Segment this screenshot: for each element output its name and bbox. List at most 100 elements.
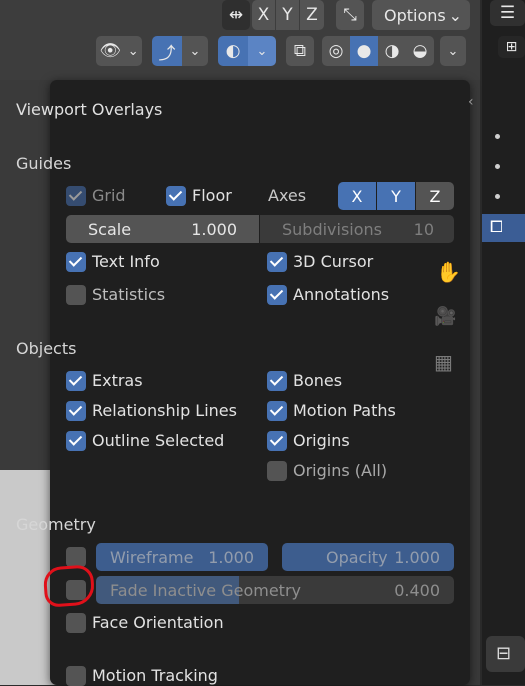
- wireframe-label: Wireframe: [110, 547, 194, 567]
- outline-selected-checkbox[interactable]: [66, 431, 86, 451]
- mirror-x-button[interactable]: X: [252, 0, 276, 30]
- camera-icon[interactable]: 🎥: [434, 306, 456, 327]
- subdivisions-field[interactable]: Subdivisions 10: [260, 215, 454, 243]
- chevron-down-icon: ⌄: [448, 5, 462, 25]
- grid-label: Grid: [92, 186, 126, 205]
- subdivisions-label: Subdivisions: [282, 219, 383, 239]
- xray-toggle-button[interactable]: ⧉: [286, 36, 314, 66]
- floor-label: Floor: [192, 186, 232, 205]
- outliner-tree-icon[interactable]: ⊞: [498, 36, 525, 58]
- grid-icon[interactable]: ▦: [434, 350, 453, 374]
- origins-all-checkbox[interactable]: [267, 461, 287, 481]
- objects-heading: Objects: [16, 339, 77, 358]
- fade-inactive-label: Fade Inactive Geometry: [110, 580, 301, 600]
- axis-z-button[interactable]: Z: [416, 182, 454, 210]
- motion-tracking-checkbox[interactable]: [66, 666, 86, 686]
- guides-heading: Guides: [16, 154, 72, 173]
- opacity-label: Opacity: [326, 547, 388, 567]
- hand-icon[interactable]: ✋: [436, 260, 461, 284]
- shading-solid-button[interactable]: ●: [350, 36, 378, 66]
- xray-icon: ⧉: [293, 41, 307, 61]
- wireframe-value: 1.000: [208, 547, 254, 567]
- shading-material-button[interactable]: ◑: [378, 36, 406, 66]
- text-info-label: Text Info: [92, 252, 160, 271]
- scale-value: 1.000: [191, 219, 237, 239]
- chevron-left-icon[interactable]: ‹: [468, 94, 474, 110]
- snap-icon[interactable]: ⤡: [336, 0, 364, 30]
- mirror-icon[interactable]: ⇹: [222, 0, 250, 30]
- solid-sphere-icon: ●: [356, 41, 372, 61]
- text-info-checkbox[interactable]: [66, 252, 86, 272]
- origins-label: Origins: [293, 431, 350, 450]
- chevron-down-icon: ⌄: [189, 43, 201, 59]
- chevron-down-icon: ⌄: [256, 43, 268, 59]
- chevron-down-icon: ⌄: [127, 43, 139, 59]
- fade-inactive-value: 0.400: [394, 580, 440, 600]
- options-dropdown[interactable]: Options ⌄: [372, 0, 470, 30]
- axes-label: Axes: [268, 186, 307, 205]
- axis-y-button[interactable]: Y: [377, 182, 415, 210]
- 3d-cursor-label: 3D Cursor: [293, 252, 374, 271]
- extras-label: Extras: [92, 371, 143, 390]
- annotations-checkbox[interactable]: [267, 285, 287, 305]
- subdivisions-value: 10: [413, 219, 434, 239]
- face-orientation-label: Face Orientation: [92, 613, 224, 632]
- wireframe-sphere-icon: ◎: [328, 41, 344, 61]
- eye-icon: 👁: [99, 41, 121, 61]
- statistics-label: Statistics: [92, 285, 166, 304]
- opacity-field[interactable]: Opacity 1.000: [282, 543, 454, 571]
- motion-paths-label: Motion Paths: [293, 401, 396, 420]
- toggle-icon: ⊟: [496, 643, 512, 664]
- scale-label: Scale: [88, 219, 132, 239]
- mirror-axis-group: X Y Z: [252, 0, 324, 30]
- statistics-checkbox[interactable]: [66, 285, 86, 305]
- overlays-icon: ◐: [225, 41, 241, 61]
- visibility-dropdown[interactable]: 👁 ⌄: [96, 36, 142, 66]
- scale-field[interactable]: Scale 1.000: [66, 215, 259, 243]
- outliner-selected-row[interactable]: ⧠: [482, 214, 525, 242]
- 3d-cursor-checkbox[interactable]: [267, 252, 287, 272]
- bones-checkbox[interactable]: [267, 371, 287, 391]
- options-label: Options: [384, 5, 446, 25]
- material-sphere-icon: ◑: [384, 41, 400, 61]
- mirror-z-button[interactable]: Z: [300, 0, 324, 30]
- outliner-item-dot[interactable]: [495, 194, 500, 199]
- geometry-heading: Geometry: [16, 515, 96, 534]
- annotations-label: Annotations: [293, 285, 390, 304]
- properties-tab[interactable]: ⊟: [486, 636, 525, 672]
- shading-wireframe-button[interactable]: ◎: [322, 36, 350, 66]
- outline-selected-label: Outline Selected: [92, 431, 225, 450]
- origins-checkbox[interactable]: [267, 431, 287, 451]
- popover-title: Viewport Overlays: [16, 100, 163, 119]
- outliner-item-dot[interactable]: [495, 164, 500, 169]
- motion-paths-checkbox[interactable]: [267, 401, 287, 421]
- rendered-sphere-icon: ◒: [412, 41, 428, 61]
- bones-label: Bones: [293, 371, 343, 390]
- chevron-down-icon: ⌄: [447, 43, 459, 59]
- gizmo-icon: ⤴: [158, 43, 176, 64]
- origins-all-label: Origins (All): [293, 461, 388, 480]
- gizmo-dropdown-button[interactable]: ⌄: [182, 36, 208, 66]
- opacity-value: 1.000: [394, 547, 440, 567]
- gizmo-toggle-button[interactable]: ⤴: [152, 36, 182, 66]
- overlays-toggle-button[interactable]: ◐: [218, 36, 248, 66]
- extras-checkbox[interactable]: [66, 371, 86, 391]
- relationship-lines-checkbox[interactable]: [66, 401, 86, 421]
- axis-x-button[interactable]: X: [338, 182, 376, 210]
- collection-icon: ⧠: [490, 217, 503, 236]
- shading-dropdown-button[interactable]: ⌄: [440, 36, 466, 66]
- outliner-filter-icon[interactable]: ☰: [490, 0, 525, 26]
- motion-tracking-label: Motion Tracking: [92, 666, 218, 685]
- wireframe-checkbox[interactable]: [66, 547, 86, 567]
- outliner-panel: [482, 0, 525, 685]
- grid-checkbox[interactable]: [66, 186, 86, 206]
- fade-inactive-slider[interactable]: Fade Inactive Geometry 0.400: [96, 576, 454, 604]
- face-orientation-checkbox[interactable]: [66, 613, 86, 633]
- overlays-dropdown-button[interactable]: ⌄: [248, 36, 276, 66]
- mirror-y-button[interactable]: Y: [276, 0, 300, 30]
- relationship-lines-label: Relationship Lines: [92, 401, 237, 420]
- outliner-item-dot[interactable]: [495, 134, 500, 139]
- wireframe-field[interactable]: Wireframe 1.000: [96, 543, 268, 571]
- shading-rendered-button[interactable]: ◒: [406, 36, 434, 66]
- floor-checkbox[interactable]: [166, 186, 186, 206]
